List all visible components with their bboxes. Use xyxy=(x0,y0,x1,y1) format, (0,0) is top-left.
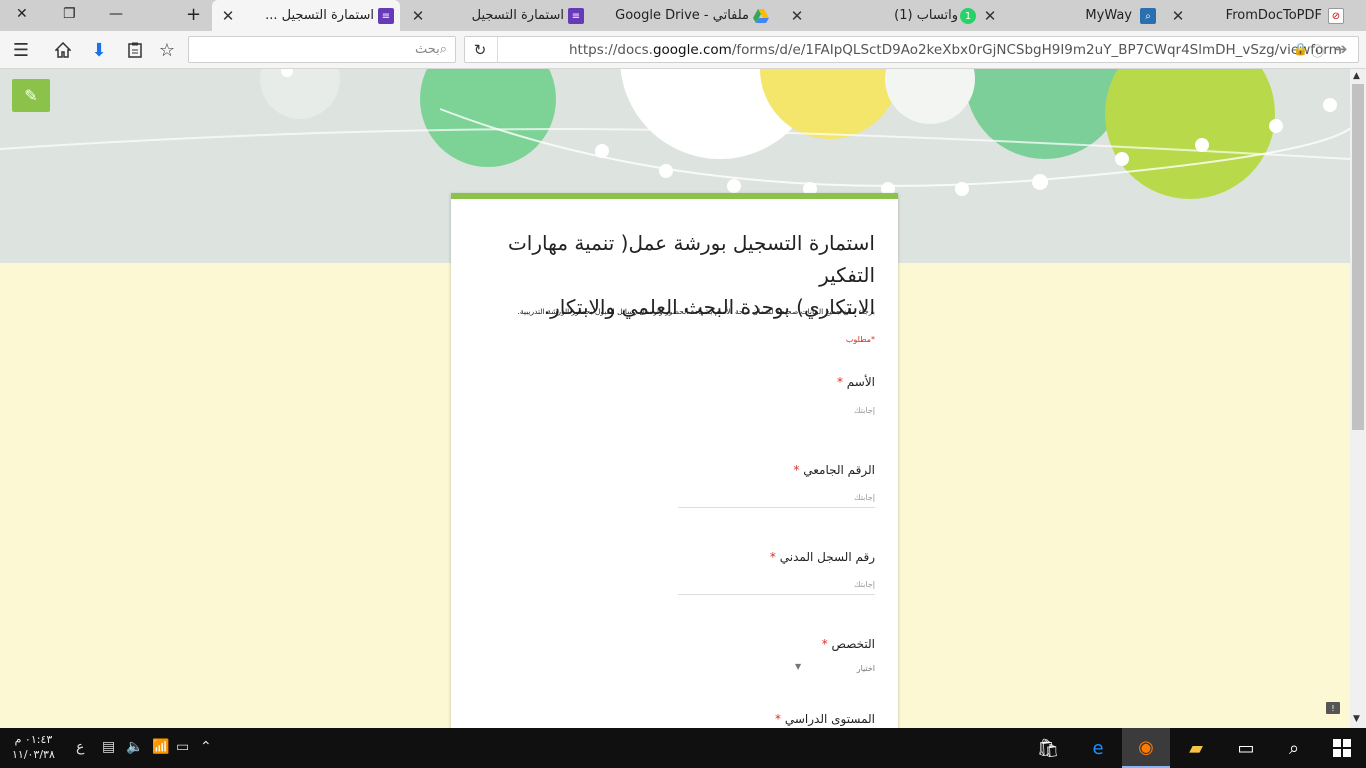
new-tab-icon[interactable]: + xyxy=(186,4,201,25)
edge-icon[interactable]: e xyxy=(1074,728,1122,768)
google-forms-icon: ≡ xyxy=(378,8,394,24)
name-input[interactable]: إجابتك xyxy=(678,399,875,421)
tab-title: واتساب (1) xyxy=(894,8,958,23)
search-icon: ⌕ xyxy=(439,42,447,57)
required-note: *مطلوب xyxy=(845,335,875,344)
tab-registration-form-active[interactable]: ✕ استمارة التسجيل ... ≡ xyxy=(212,0,400,31)
close-tab-icon[interactable]: ✕ xyxy=(408,7,428,25)
action-center-icon[interactable]: ▤ xyxy=(102,739,115,755)
url-bar[interactable]: ↻ https://docs.google.com/forms/d/e/1FAI… xyxy=(464,36,1359,63)
close-tab-icon[interactable]: ✕ xyxy=(218,7,238,25)
url-divider xyxy=(497,37,498,62)
search-taskbar-icon[interactable]: ⌕ xyxy=(1270,728,1318,768)
specialization-select[interactable]: اختيار ▼ xyxy=(795,662,875,673)
tab-title: ملفاتي - Google Drive xyxy=(615,8,749,23)
clock[interactable]: ٠١:٤٣ م ١١/٠٣/٣٨ xyxy=(12,732,55,762)
dropdown-arrow-icon: ▼ xyxy=(795,662,802,671)
window-close-icon[interactable]: ✕ xyxy=(16,6,28,22)
lock-icon: 🔒 xyxy=(1293,42,1308,56)
university-id-input[interactable]: إجابتك xyxy=(678,486,875,508)
question-specialization-label: التخصص * xyxy=(821,637,875,651)
tab-google-drive[interactable]: ✕ ملفاتي - Google Drive xyxy=(593,0,803,31)
info-icon[interactable]: ⓘ xyxy=(1311,41,1324,60)
form-card: استمارة التسجيل بورشة عمل( تنمية مهارات … xyxy=(451,193,898,728)
window-minimize-icon[interactable]: — xyxy=(109,6,123,22)
forward-arrow-icon[interactable]: ➔ xyxy=(1335,40,1348,58)
question-university-id-label: الرقم الجامعي * xyxy=(793,463,875,477)
start-windows-icon[interactable] xyxy=(1318,728,1366,768)
page-content: ✎ استمارة التسجيل بورشة عمل( تنمية مهارا… xyxy=(0,69,1350,728)
store-icon[interactable]: 🛍 xyxy=(1024,728,1072,768)
tab-fromdoctopdf[interactable]: FromDocToPDF ⊘ xyxy=(1190,0,1344,31)
civil-registry-input[interactable]: إجابتك xyxy=(678,573,875,595)
navigation-toolbar: ☰ ⬇ ☆ ⌕بحث ↻ https://docs.google.com/for… xyxy=(0,31,1366,69)
windows-taskbar: ٠١:٤٣ م ١١/٠٣/٣٨ ع ▤ 🔈 📶 ▭ ⌃ 🛍 e ◉ ▰ ▭ ⌕ xyxy=(0,728,1366,768)
firefox-icon[interactable]: ◉ xyxy=(1122,728,1170,768)
feedback-icon[interactable]: ! xyxy=(1326,702,1340,714)
close-tab-icon[interactable]: ✕ xyxy=(980,7,1000,25)
edit-pencil-button[interactable]: ✎ xyxy=(12,79,50,112)
show-hidden-icons-icon[interactable]: ⌃ xyxy=(200,739,212,755)
battery-icon[interactable]: ▭ xyxy=(176,739,189,755)
tab-bar: ✕ ❐ — + ✕ استمارة التسجيل ... ≡ ✕ استمار… xyxy=(0,0,1366,31)
home-icon[interactable] xyxy=(52,39,74,61)
scroll-thumb[interactable] xyxy=(1352,84,1364,430)
question-civil-registry-label: رقم السجل المدني * xyxy=(769,550,875,564)
tab-title: FromDocToPDF xyxy=(1225,8,1322,23)
fromdoctopdf-icon: ⊘ xyxy=(1328,8,1344,24)
reload-icon[interactable]: ↻ xyxy=(469,39,491,61)
myway-search-icon: ⌕ xyxy=(1140,8,1156,24)
tab-myway[interactable]: ✕ MyWay ⌕ xyxy=(1000,0,1184,31)
search-input[interactable]: ⌕بحث xyxy=(188,36,456,63)
menu-icon[interactable]: ☰ xyxy=(10,39,32,61)
task-view-icon[interactable]: ▭ xyxy=(1222,728,1270,768)
tab-title: استمارة التسجيل ... xyxy=(265,8,374,23)
file-explorer-icon[interactable]: ▰ xyxy=(1172,728,1220,768)
bookmark-star-icon[interactable]: ☆ xyxy=(156,39,178,61)
close-tab-icon[interactable]: ✕ xyxy=(1168,7,1188,25)
google-forms-icon: ≡ xyxy=(568,8,584,24)
whatsapp-badge-icon: 1 xyxy=(960,8,976,24)
close-tab-icon[interactable]: ✕ xyxy=(787,7,807,25)
tab-title: استمارة التسجيل xyxy=(471,8,564,23)
pencil-icon: ✎ xyxy=(24,86,38,105)
google-drive-icon xyxy=(753,8,769,24)
tab-whatsapp[interactable]: ✕ واتساب (1) 1 xyxy=(812,0,996,31)
window-restore-icon[interactable]: ❐ xyxy=(63,6,76,22)
clipboard-icon[interactable] xyxy=(124,39,146,61)
question-name-label: الأسم * xyxy=(836,375,875,389)
scroll-up-icon[interactable]: ▲ xyxy=(1353,71,1360,81)
network-icon[interactable]: 📶 xyxy=(152,739,169,755)
language-indicator[interactable]: ع xyxy=(76,739,84,755)
scroll-down-icon[interactable]: ▼ xyxy=(1353,714,1360,724)
download-icon[interactable]: ⬇ xyxy=(88,39,110,61)
url-text: https://docs.google.com/forms/d/e/1FAIpQ… xyxy=(569,42,1342,58)
volume-icon[interactable]: 🔈 xyxy=(126,739,143,755)
form-description: برجاء ملئ جميع البيانات صحيحة لضمان صحة … xyxy=(517,307,875,316)
search-placeholder: بحث xyxy=(414,42,440,57)
tab-title: MyWay xyxy=(1085,8,1132,23)
tab-registration-form[interactable]: ✕ استمارة التسجيل ≡ xyxy=(404,0,590,31)
question-academic-level-label: المستوى الدراسي * xyxy=(775,712,875,726)
